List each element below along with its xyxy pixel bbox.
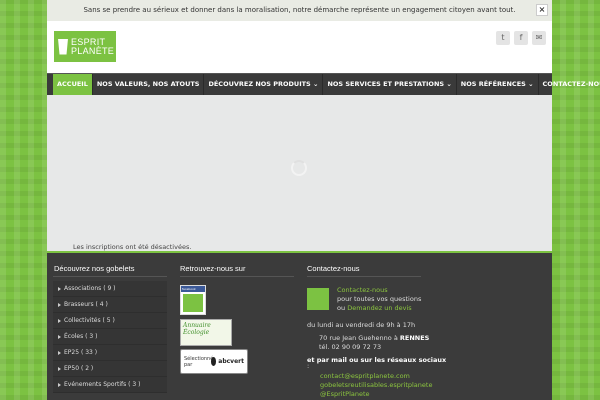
notice-text: Sans se prendre au sérieux et donner dan… bbox=[83, 6, 516, 14]
annuaire-ecologie-badge[interactable]: Annuaire Écologie bbox=[180, 319, 232, 346]
registration-message: Les inscriptions ont été désactivées. bbox=[73, 243, 192, 251]
address: 70 rue Jean Guehenno à RENNES bbox=[319, 334, 430, 342]
footer-title-gobelets: Découvrez nos gobelets bbox=[54, 264, 135, 273]
category-item[interactable]: Brasseurs ( 4 ) bbox=[53, 297, 167, 313]
cup-icon bbox=[58, 38, 68, 55]
notice-bar: Sans se prendre au sérieux et donner dan… bbox=[47, 0, 552, 21]
phone: tél. 02 90 09 72 73 bbox=[319, 343, 382, 351]
nav-item-contact[interactable]: Contactez-nous ⌄ bbox=[539, 74, 600, 95]
facebook-badge[interactable]: facebook bbox=[180, 285, 206, 315]
annuaire-line1: Annuaire bbox=[183, 322, 211, 329]
abcvert-badge[interactable]: Sélectionné par abcvert bbox=[180, 349, 248, 374]
category-item[interactable]: Écoles ( 3 ) bbox=[53, 329, 167, 345]
quote-line: ou Demandez un devis bbox=[337, 304, 412, 312]
divider bbox=[307, 276, 421, 277]
contact-link[interactable]: Contactez-nous bbox=[337, 286, 388, 294]
header: ESPRIT PLANÈTE t f ✉ bbox=[47, 21, 552, 73]
main-nav: Accueil Nos valeurs, nos atouts Découvre… bbox=[47, 73, 600, 95]
site-logo[interactable]: ESPRIT PLANÈTE bbox=[54, 31, 116, 62]
abcvert-brand: abcvert bbox=[218, 358, 244, 365]
footer-title-contact: Contactez-nous bbox=[307, 264, 360, 273]
close-icon[interactable]: × bbox=[536, 4, 548, 16]
address-city: RENNES bbox=[399, 334, 430, 342]
facebook-icon[interactable]: f bbox=[514, 31, 528, 45]
abcvert-logo-icon bbox=[211, 357, 217, 366]
facebook-badge-label: facebook bbox=[181, 286, 205, 292]
facebook-link[interactable]: gobeletsreutilisables.espritplanete bbox=[320, 381, 432, 389]
nav-item-services[interactable]: Nos services et prestations ⌄ bbox=[323, 74, 457, 95]
twitter-link[interactable]: @EspritPlanete bbox=[320, 390, 370, 398]
page-wrapper: Sans se prendre au sérieux et donner dan… bbox=[47, 0, 600, 400]
category-item[interactable]: Evénements Sportifs ( 3 ) bbox=[53, 377, 167, 393]
footer: Découvrez nos gobelets Associations ( 9 … bbox=[47, 253, 552, 400]
category-item[interactable]: EP50 ( 2 ) bbox=[53, 361, 167, 377]
divider bbox=[53, 276, 167, 277]
nav-item-valeurs[interactable]: Nos valeurs, nos atouts bbox=[93, 74, 205, 95]
social-colon: : bbox=[307, 362, 310, 370]
category-item[interactable]: Associations ( 9 ) bbox=[53, 281, 167, 297]
quote-link[interactable]: Demandez un devis bbox=[347, 304, 412, 312]
footer-title-retrouvez: Retrouvez-nous sur bbox=[180, 264, 246, 273]
facebook-badge-image bbox=[183, 294, 203, 312]
twitter-icon[interactable]: t bbox=[496, 31, 510, 45]
email-link[interactable]: contact@espritplanete.com bbox=[320, 372, 410, 380]
contact-image bbox=[307, 288, 329, 310]
nav-item-accueil[interactable]: Accueil bbox=[53, 74, 93, 95]
category-item[interactable]: EP25 ( 33 ) bbox=[53, 345, 167, 361]
nav-item-references[interactable]: Nos références ⌄ bbox=[457, 74, 539, 95]
loading-spinner-icon bbox=[291, 160, 307, 176]
abcvert-text: Sélectionné par bbox=[184, 355, 214, 368]
annuaire-line2: Écologie bbox=[183, 329, 210, 336]
logo-text: ESPRIT PLANÈTE bbox=[71, 36, 115, 56]
contact-questions-text: pour toutes vos questions bbox=[337, 295, 422, 303]
social-heading: et par mail ou sur les réseaux sociaux bbox=[307, 356, 447, 364]
email-icon[interactable]: ✉ bbox=[532, 31, 546, 45]
divider bbox=[180, 276, 294, 277]
category-list: Associations ( 9 ) Brasseurs ( 4 ) Colle… bbox=[53, 281, 167, 393]
opening-hours: du lundi au vendredi de 9h à 17h bbox=[307, 321, 416, 329]
main-content: Les inscriptions ont été désactivées. bbox=[47, 95, 552, 253]
nav-item-produits[interactable]: Découvrez nos produits ⌄ bbox=[204, 74, 324, 95]
category-item[interactable]: Collectivités ( 5 ) bbox=[53, 313, 167, 329]
social-links: t f ✉ bbox=[496, 31, 546, 45]
